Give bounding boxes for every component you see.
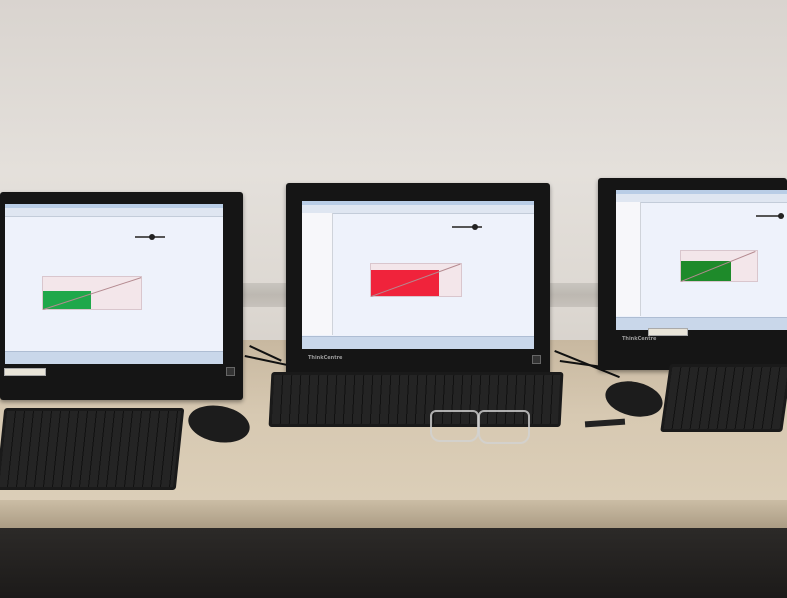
graph-area xyxy=(370,263,462,297)
lab-photo: ThinkCentre ThinkCentre xyxy=(0,0,787,598)
taskbar xyxy=(616,317,787,330)
window-toolbar xyxy=(5,208,223,217)
keyboard-left xyxy=(0,408,185,490)
graph-area xyxy=(680,250,758,282)
slider-knob xyxy=(778,213,784,219)
algebra-panel xyxy=(302,213,333,335)
window-toolbar xyxy=(302,205,534,214)
monitor-right: ThinkCentre xyxy=(598,178,787,370)
window-toolbar xyxy=(616,194,787,203)
monitor-right-screen xyxy=(616,190,787,330)
brand-label: ThinkCentre xyxy=(622,336,657,342)
slider-knob xyxy=(149,234,155,240)
monitor-left xyxy=(0,192,243,400)
taskbar xyxy=(302,336,534,349)
keyboard-right xyxy=(660,364,787,432)
monitor-center: ThinkCentre xyxy=(286,183,550,383)
desk-edge xyxy=(0,500,787,530)
monitor-center-screen xyxy=(302,201,534,349)
led-badge xyxy=(226,367,235,376)
graph-area xyxy=(42,276,142,310)
label-sticker xyxy=(4,368,46,376)
led-badge xyxy=(532,355,541,364)
brand-label: ThinkCentre xyxy=(308,355,343,361)
slider-knob xyxy=(472,224,478,230)
monitor-left-screen xyxy=(5,204,223,364)
taskbar xyxy=(5,351,223,364)
safety-glasses xyxy=(430,410,479,442)
label-sticker xyxy=(648,328,688,336)
algebra-panel xyxy=(616,202,641,316)
under-desk-shadow xyxy=(0,528,787,598)
safety-glasses xyxy=(478,410,530,444)
